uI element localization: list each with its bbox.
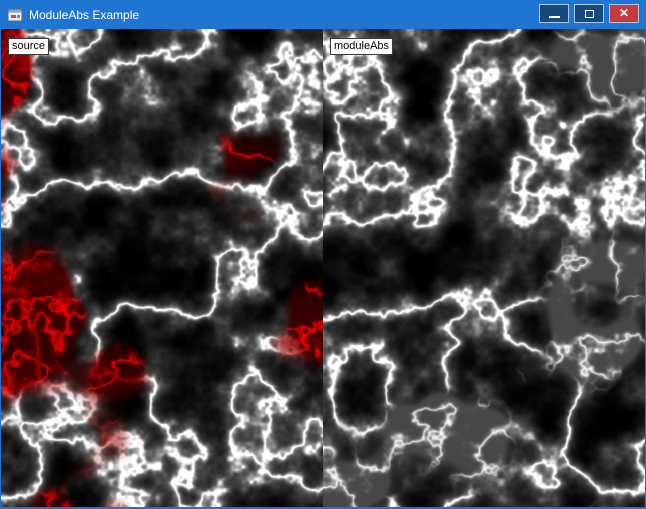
minimize-icon bbox=[549, 16, 560, 18]
close-icon: ✕ bbox=[619, 7, 629, 19]
minimize-button[interactable] bbox=[539, 4, 569, 23]
titlebar: ModuleAbs Example ✕ bbox=[1, 0, 645, 29]
moduleabs-image bbox=[323, 29, 645, 507]
render-area: source moduleAbs bbox=[1, 29, 645, 507]
app-icon bbox=[7, 7, 23, 23]
panel-label-source: source bbox=[8, 38, 49, 55]
window-title: ModuleAbs Example bbox=[29, 8, 139, 22]
source-image bbox=[1, 29, 323, 507]
app-window: ModuleAbs Example ✕ source moduleAbs bbox=[0, 0, 646, 509]
maximize-icon bbox=[585, 10, 594, 18]
maximize-button[interactable] bbox=[574, 4, 604, 23]
close-button[interactable]: ✕ bbox=[609, 4, 639, 23]
panel-label-moduleabs: moduleAbs bbox=[330, 38, 393, 55]
